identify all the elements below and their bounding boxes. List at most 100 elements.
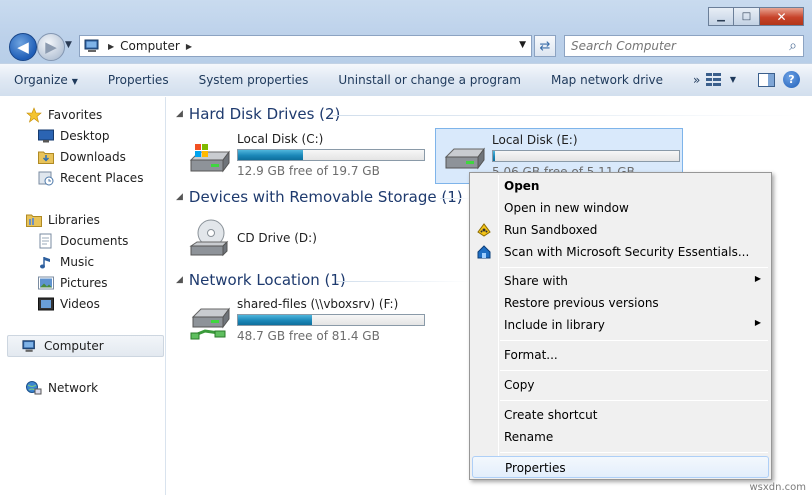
back-button[interactable]: ◀ — [9, 33, 37, 61]
videos-icon — [38, 296, 54, 312]
menu-item-create-shortcut[interactable]: Create shortcut — [472, 404, 769, 426]
group-title-hdd: Hard Disk Drives (2) — [188, 105, 341, 123]
menu-separator — [500, 452, 768, 453]
map-network-drive-command[interactable]: Map network drive — [551, 73, 663, 87]
menu-item-include-in-library[interactable]: Include in library ▶ — [472, 314, 769, 336]
watermark-text: wsxdn.com — [749, 482, 806, 493]
drive-free-space: 48.7 GB free of 81.4 GB — [237, 329, 380, 343]
address-bar[interactable]: ▶ Computer ▶ ▼ — [79, 35, 532, 57]
more-commands-button[interactable]: » — [693, 73, 700, 87]
menu-item-label: Properties — [505, 461, 566, 475]
menu-item-rename[interactable]: Rename — [472, 426, 769, 448]
pictures-icon — [38, 275, 54, 291]
nav-music-label: Music — [60, 255, 95, 269]
refresh-button[interactable]: ⇄ — [534, 35, 556, 57]
help-icon[interactable]: ? — [783, 71, 800, 88]
nav-desktop[interactable]: Desktop — [38, 128, 110, 144]
address-dropdown-icon[interactable]: ▼ — [519, 40, 526, 50]
computer-icon — [84, 39, 102, 53]
search-input[interactable] — [571, 39, 771, 53]
menu-item-label: Share with — [504, 274, 568, 288]
back-arrow-icon: ◀ — [17, 38, 29, 56]
nav-recent-places-label: Recent Places — [60, 171, 144, 185]
nav-documents[interactable]: Documents — [38, 233, 128, 249]
computer-icon — [22, 338, 38, 354]
nav-downloads-label: Downloads — [60, 150, 126, 164]
navigation-pane: Favorites Desktop Downloads Recent Place… — [0, 97, 166, 495]
menu-item-label: Run Sandboxed — [504, 223, 598, 237]
drive-name: CD Drive (D:) — [237, 231, 317, 245]
forward-button[interactable]: ▶ — [37, 33, 65, 61]
change-view-icon[interactable] — [705, 72, 722, 87]
nav-computer-label: Computer — [44, 339, 104, 353]
nav-computer[interactable]: Computer — [22, 338, 104, 354]
menu-separator — [500, 340, 768, 341]
group-header-removable-storage[interactable]: ◢ Devices with Removable Storage (1) — [176, 188, 463, 206]
group-header-network-location[interactable]: ◢ Network Location (1) — [176, 271, 346, 289]
menu-item-share-with[interactable]: Share with ▶ — [472, 270, 769, 292]
collapse-triangle-icon[interactable]: ◢ — [176, 192, 183, 202]
properties-command[interactable]: Properties — [108, 73, 169, 87]
breadcrumb-computer[interactable]: Computer — [120, 39, 180, 53]
nav-libraries-label: Libraries — [48, 213, 100, 227]
menu-item-copy[interactable]: Copy — [472, 374, 769, 396]
organize-menu[interactable]: Organize ▼ — [14, 73, 78, 87]
group-header-hard-disk-drives[interactable]: ◢ Hard Disk Drives (2) — [176, 105, 340, 123]
drive-usage-bar — [237, 149, 425, 161]
nav-music[interactable]: Music — [38, 254, 94, 270]
close-button[interactable]: ✕ — [760, 7, 804, 26]
menu-item-open[interactable]: Open — [472, 175, 769, 197]
nav-downloads[interactable]: Downloads — [38, 149, 126, 165]
nav-libraries[interactable]: Libraries — [26, 212, 100, 228]
star-icon — [26, 107, 42, 123]
menu-item-format[interactable]: Format... — [472, 344, 769, 366]
search-icon[interactable]: ⌕ — [789, 38, 797, 54]
collapse-triangle-icon[interactable]: ◢ — [176, 109, 183, 119]
nav-desktop-label: Desktop — [60, 129, 110, 143]
drive-item-f[interactable]: shared-files (\\vboxsrv) (F:) 48.7 GB fr… — [181, 293, 429, 349]
refresh-icon: ⇄ — [539, 38, 551, 54]
drive-usage-fill — [238, 150, 304, 160]
hard-drive-icon — [444, 141, 488, 175]
group-divider — [440, 198, 470, 199]
search-box[interactable]: ⌕ — [564, 35, 804, 57]
recent-pages-dropdown[interactable]: ▼ — [65, 40, 72, 50]
nav-pictures[interactable]: Pictures — [38, 275, 108, 291]
menu-item-restore-previous-versions[interactable]: Restore previous versions — [472, 292, 769, 314]
view-dropdown-icon[interactable]: ▼ — [730, 75, 736, 84]
menu-item-label: Open — [504, 179, 540, 193]
windows-hard-drive-icon — [189, 140, 233, 174]
drive-usage-fill — [493, 151, 495, 161]
collapse-triangle-icon[interactable]: ◢ — [176, 275, 183, 285]
drive-name: shared-files (\\vboxsrv) (F:) — [237, 297, 399, 311]
nav-favorites-label: Favorites — [48, 108, 103, 122]
nav-videos[interactable]: Videos — [38, 296, 100, 312]
nav-documents-label: Documents — [60, 234, 129, 248]
menu-item-run-sandboxed[interactable]: Run Sandboxed — [472, 219, 769, 241]
menu-item-scan-security-essentials[interactable]: Scan with Microsoft Security Essentials.… — [472, 241, 769, 263]
menu-separator — [500, 267, 768, 268]
network-icon — [26, 380, 42, 396]
breadcrumb-chevron-icon[interactable]: ▶ — [108, 42, 114, 51]
security-essentials-icon — [476, 244, 492, 260]
menu-item-open-new-window[interactable]: Open in new window — [472, 197, 769, 219]
drive-item-d[interactable]: CD Drive (D:) — [181, 212, 429, 268]
libraries-icon — [26, 212, 42, 228]
group-divider — [332, 115, 804, 116]
uninstall-program-command[interactable]: Uninstall or change a program — [338, 73, 521, 87]
menu-separator — [500, 400, 768, 401]
music-icon — [38, 254, 54, 270]
group-title-removable: Devices with Removable Storage (1) — [188, 188, 463, 206]
breadcrumb-chevron-icon[interactable]: ▶ — [186, 42, 192, 51]
menu-item-label: Restore previous versions — [504, 296, 659, 310]
preview-pane-icon[interactable] — [758, 72, 775, 87]
nav-recent-places[interactable]: Recent Places — [38, 170, 143, 186]
menu-item-label: Create shortcut — [504, 408, 598, 422]
drive-item-c[interactable]: Local Disk (C:) 12.9 GB free of 19.7 GB — [181, 128, 429, 184]
system-properties-command[interactable]: System properties — [199, 73, 309, 87]
menu-item-properties[interactable]: Properties — [472, 456, 769, 478]
nav-favorites[interactable]: Favorites — [26, 107, 102, 123]
minimize-button[interactable]: ▁ — [708, 7, 734, 26]
nav-network[interactable]: Network — [26, 380, 98, 396]
maximize-button[interactable]: □ — [734, 7, 760, 26]
